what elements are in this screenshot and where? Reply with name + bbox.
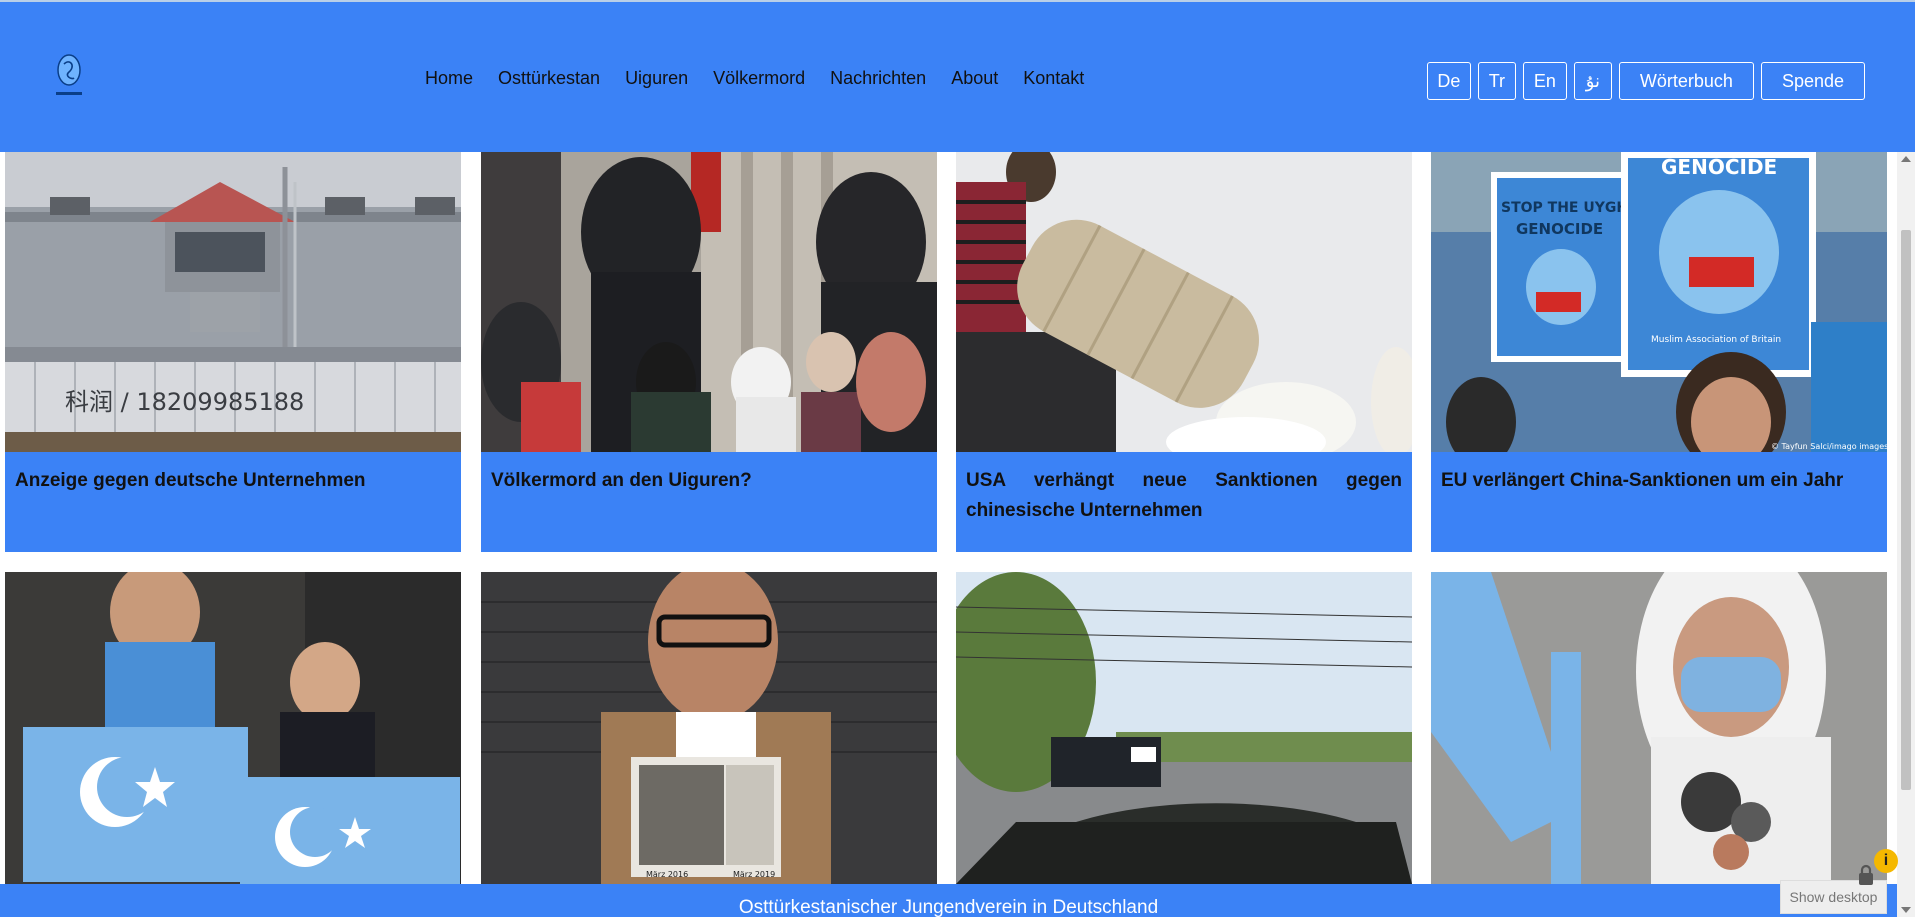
photo-date-right-text: März 2019 <box>733 870 775 879</box>
lang-tr-button[interactable]: Tr <box>1477 62 1516 100</box>
news-card[interactable] <box>956 572 1412 894</box>
footer-text: Osttürkestanischer Jungendverein in Deut… <box>738 897 1159 917</box>
nav-osttuerkestan[interactable]: Osttürkestan <box>498 68 600 89</box>
article-title[interactable]: Völkermord an den Uiguren? <box>481 452 937 552</box>
scroll-down-arrow-icon[interactable] <box>1901 907 1911 913</box>
news-card[interactable]: 科润 / 18209985188 Anzeige gegen deutsche … <box>5 152 461 552</box>
genocide-protest-image[interactable]: STOP THE UYGHUR GENOCIDE GENOCIDE Muslim… <box>1431 152 1887 452</box>
article-title[interactable]: Anzeige gegen deutsche Unternehmen <box>5 452 461 552</box>
nav-uiguren[interactable]: Uiguren <box>625 68 688 89</box>
article-title[interactable]: EU verlängert China-Sanktionen um ein Ja… <box>1431 452 1887 552</box>
language-switcher: De Tr En نۇ Wörterbuch Spende <box>1426 62 1865 100</box>
lang-de-button[interactable]: De <box>1426 62 1471 100</box>
road-checkpoint-image[interactable] <box>956 572 1412 884</box>
photo-date-left-text: März 2016 <box>646 870 688 879</box>
info-icon[interactable]: i <box>1874 849 1898 873</box>
site-footer: Osttürkestanischer Jungendverein in Deut… <box>0 884 1897 917</box>
news-card[interactable] <box>1431 572 1887 894</box>
lock-icon[interactable] <box>1856 864 1876 886</box>
site-logo-icon[interactable] <box>52 52 86 102</box>
sign-org-text: Muslim Association of Britain <box>1651 335 1781 345</box>
news-card[interactable] <box>5 572 461 894</box>
lang-ug-button[interactable]: نۇ <box>1573 62 1612 100</box>
cotton-harvest-image[interactable] <box>956 152 1412 452</box>
sign-genocide-text-right: GENOCIDE <box>1661 155 1777 179</box>
news-card[interactable]: März 2016 März 2019 <box>481 572 937 894</box>
page-scrollbar[interactable] <box>1897 152 1915 917</box>
donate-button[interactable]: Spende <box>1760 62 1865 100</box>
site-header: Home Osttürkestan Uiguren Völkermord Nac… <box>0 2 1915 152</box>
camp-watchtower-image[interactable]: 科润 / 18209985188 <box>5 152 461 452</box>
sign-genocide-text-left: GENOCIDE <box>1516 220 1603 238</box>
scrollbar-thumb[interactable] <box>1901 230 1911 790</box>
main-nav: Home Osttürkestan Uiguren Völkermord Nac… <box>425 68 1109 89</box>
nav-nachrichten[interactable]: Nachrichten <box>830 68 926 89</box>
article-title[interactable]: USA verhängt neue Sanktionen gegen chine… <box>956 452 1412 552</box>
scroll-up-arrow-icon[interactable] <box>1901 156 1911 162</box>
news-card[interactable]: Völkermord an den Uiguren? <box>481 152 937 552</box>
news-card[interactable]: USA verhängt neue Sanktionen gegen chine… <box>956 152 1412 552</box>
nav-kontakt[interactable]: Kontakt <box>1023 68 1084 89</box>
lang-en-button[interactable]: En <box>1522 62 1567 100</box>
photo-credit-text: © Tayfun Salci/imago images <box>1771 442 1887 451</box>
nav-voelkermord[interactable]: Völkermord <box>713 68 805 89</box>
man-holding-photo-image[interactable]: März 2016 März 2019 <box>481 572 937 884</box>
nav-about[interactable]: About <box>951 68 998 89</box>
nav-home[interactable]: Home <box>425 68 473 89</box>
news-card[interactable]: STOP THE UYGHUR GENOCIDE GENOCIDE Muslim… <box>1431 152 1887 552</box>
children-flags-image[interactable] <box>5 572 461 884</box>
dictionary-button[interactable]: Wörterbuch <box>1618 62 1754 100</box>
police-street-image[interactable] <box>481 152 937 452</box>
wall-graffiti-text: 科润 / 18209985188 <box>65 388 304 416</box>
woman-protest-flag-image[interactable] <box>1431 572 1887 884</box>
